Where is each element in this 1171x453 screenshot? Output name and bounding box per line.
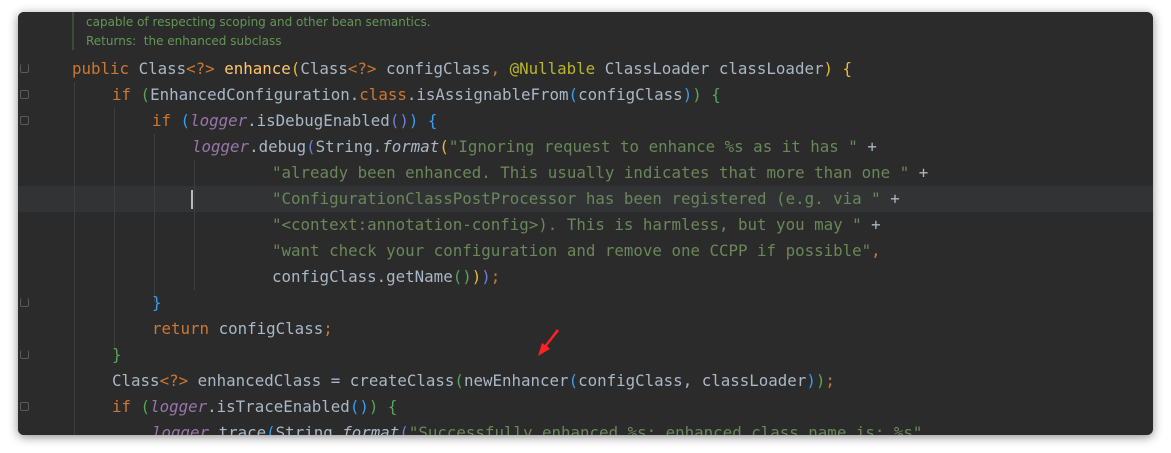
code-line-15[interactable]: logger.trace(String.format("Successfully… [152, 420, 922, 435]
code-line-7[interactable]: "<context:annotation-config>). This is h… [272, 212, 881, 238]
editor-gutter [18, 12, 58, 435]
code-line-12[interactable]: } [112, 342, 122, 368]
code-line-11[interactable]: return configClass; [152, 316, 333, 342]
fold-icon[interactable] [20, 298, 29, 307]
fold-icon[interactable] [20, 402, 29, 411]
indent-guide [194, 160, 195, 290]
indent-guide [154, 134, 155, 302]
doc-comment-returns: Returns: the enhanced subclass [86, 34, 282, 48]
code-line-14[interactable]: if (logger.isTraceEnabled()) { [112, 394, 397, 420]
code-line-2[interactable]: if (EnhancedConfiguration.class.isAssign… [112, 82, 721, 108]
fold-icon[interactable] [20, 116, 29, 125]
code-line-4[interactable]: logger.debug(String.format("Ignoring req… [192, 134, 877, 160]
doc-comment-line: capable of respecting scoping and other … [86, 15, 431, 29]
code-line-9[interactable]: configClass.getName())); [272, 264, 500, 290]
fold-icon[interactable] [20, 90, 29, 99]
indent-guide [114, 108, 115, 350]
fold-icon[interactable] [20, 350, 29, 359]
code-line-8[interactable]: "want check your configuration and remov… [272, 238, 881, 264]
indent-guide [74, 82, 75, 435]
code-line-1[interactable]: public Class<?> enhance(Class<?> configC… [72, 56, 852, 82]
doc-comment-bar [72, 12, 74, 50]
fold-icon[interactable] [20, 64, 29, 73]
code-line-3[interactable]: if (logger.isDebugEnabled()) { [152, 108, 437, 134]
code-line-10[interactable]: } [152, 290, 162, 316]
code-line-6[interactable]: "ConfigurationClassPostProcessor has bee… [272, 186, 900, 212]
code-line-5[interactable]: "already been enhanced. This usually ind… [272, 160, 928, 186]
code-line-13[interactable]: Class<?> enhancedClass = createClass(new… [112, 368, 835, 394]
code-editor[interactable]: capable of respecting scoping and other … [18, 12, 1153, 435]
red-arrow-annotation [538, 329, 559, 356]
text-caret [191, 190, 193, 209]
